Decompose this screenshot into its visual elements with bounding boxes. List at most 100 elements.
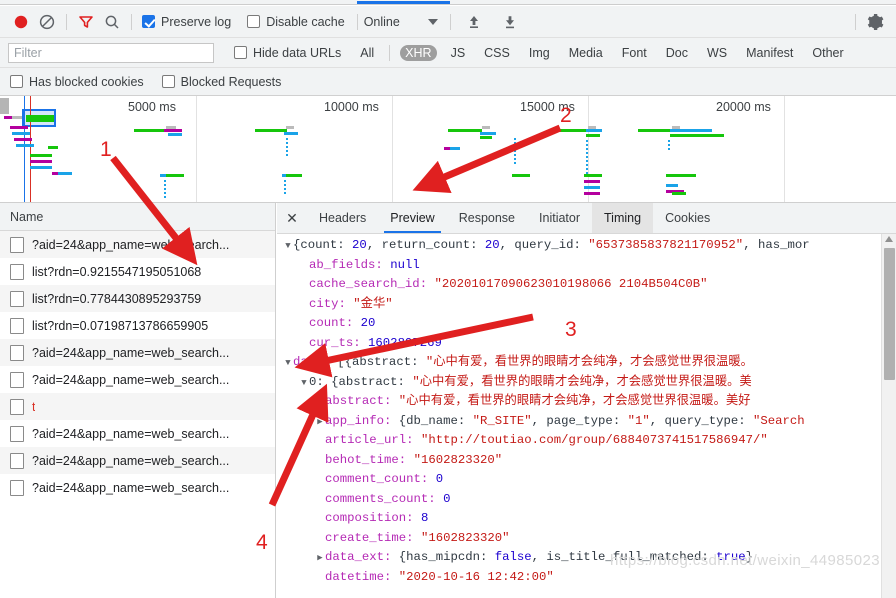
type-filter-media[interactable]: Media — [564, 45, 608, 61]
waterfall-bar — [514, 158, 516, 160]
json-row[interactable]: city: "金华" — [277, 295, 896, 315]
tab-headers[interactable]: Headers — [307, 203, 378, 233]
import-har-up-arrow-icon[interactable] — [461, 9, 487, 35]
network-overview-timeline[interactable]: 5000 ms 10000 ms 15000 ms 20000 ms — [0, 96, 896, 202]
throttling-select[interactable]: Online — [364, 15, 438, 29]
json-row[interactable]: create_time: "1602823320" — [277, 529, 896, 549]
scrollbar-thumb[interactable] — [884, 248, 895, 380]
waterfall-bar — [48, 146, 58, 149]
json-row[interactable]: ▼ {count: 20, return_count: 20, query_id:… — [277, 236, 896, 256]
request-name: ?aid=24&app_name=web_search... — [32, 237, 230, 252]
waterfall-bar — [286, 142, 288, 144]
json-row[interactable]: ab_fields: null — [277, 256, 896, 276]
type-filter-css[interactable]: CSS — [479, 45, 515, 61]
has-blocked-cookies-box[interactable] — [10, 75, 23, 88]
triangle-right-icon[interactable]: ▶ — [315, 413, 325, 432]
request-row[interactable]: t — [0, 393, 275, 420]
type-filter-ws[interactable]: WS — [702, 45, 732, 61]
json-token: count: — [309, 316, 361, 330]
document-icon — [10, 263, 24, 280]
request-row[interactable]: ?aid=24&app_name=web_search... — [0, 447, 275, 474]
type-filter-img[interactable]: Img — [524, 45, 555, 61]
search-magnifier-icon[interactable] — [99, 9, 125, 35]
record-circle-icon[interactable] — [8, 9, 34, 35]
request-row[interactable]: ?aid=24&app_name=web_search... — [0, 366, 275, 393]
waterfall-bar — [584, 180, 600, 183]
json-row[interactable]: cache_search_id: "2020101709062301019806… — [277, 275, 896, 295]
request-row[interactable]: list?rdn=0.9215547195051068 — [0, 258, 275, 285]
export-har-down-arrow-icon[interactable] — [497, 9, 523, 35]
request-name: list?rdn=0.9215547195051068 — [32, 264, 202, 279]
json-row[interactable]: comment_count: 0 — [277, 470, 896, 490]
waterfall-bar — [286, 150, 288, 152]
hide-data-urls-checkbox[interactable]: Hide data URLs — [234, 46, 341, 60]
type-filter-all[interactable]: All — [355, 45, 379, 61]
blocked-requests-box[interactable] — [161, 75, 175, 88]
hide-data-urls-box[interactable] — [234, 46, 247, 59]
json-row[interactable]: composition: 8 — [277, 509, 896, 529]
tab-cookies[interactable]: Cookies — [653, 203, 722, 233]
json-token: "1" — [627, 413, 650, 428]
document-icon — [10, 425, 24, 442]
json-row[interactable]: ▼ 0: {abstract: "心中有爱，看世界的眼睛才会纯净，才会感觉世界很温… — [277, 373, 896, 393]
type-filter-js[interactable]: JS — [446, 45, 471, 61]
request-row[interactable]: ?aid=24&app_name=web_search... — [0, 474, 275, 501]
json-row[interactable]: comments_count: 0 — [277, 490, 896, 510]
disable-cache-checkbox[interactable]: Disable cache — [247, 15, 345, 29]
json-row[interactable]: article_url: "http://toutiao.com/group/6… — [277, 431, 896, 451]
document-icon — [10, 236, 24, 253]
waterfall-bar — [448, 129, 482, 132]
overview-tick-label: 20000 ms — [716, 100, 771, 114]
triangle-down-icon[interactable]: ▼ — [283, 354, 293, 373]
detail-vertical-scrollbar[interactable] — [881, 234, 896, 598]
no-triangle — [315, 530, 325, 549]
triangle-down-icon[interactable]: ▼ — [283, 237, 293, 256]
type-filter-doc[interactable]: Doc — [661, 45, 693, 61]
type-filter-xhr[interactable]: XHR — [400, 44, 437, 61]
json-row[interactable]: behot_time: "1602823320" — [277, 451, 896, 471]
request-row[interactable]: list?rdn=0.07198713786659905 — [0, 312, 275, 339]
waterfall-bar — [4, 116, 12, 119]
scroll-up-arrow-icon[interactable] — [885, 236, 893, 242]
json-token: ab_fields: — [309, 257, 391, 272]
waterfall-bar — [14, 138, 32, 141]
document-icon — [10, 371, 24, 388]
type-filter-other[interactable]: Other — [807, 45, 848, 61]
tab-timing[interactable]: Timing — [592, 203, 654, 233]
request-row[interactable]: list?rdn=0.7784430895293759 — [0, 285, 275, 312]
type-filter-font[interactable]: Font — [617, 45, 652, 61]
request-row[interactable]: ?aid=24&app_name=web_search... — [0, 231, 275, 258]
waterfall-bar — [586, 164, 588, 166]
tab-preview[interactable]: Preview — [378, 203, 446, 233]
filter-input[interactable] — [8, 42, 214, 63]
json-row[interactable]: cur_ts: 1602897269 — [277, 334, 896, 354]
waterfall-bar — [164, 184, 166, 186]
has-blocked-cookies-checkbox[interactable]: Has blocked cookies — [10, 75, 144, 89]
triangle-right-icon[interactable]: ▶ — [315, 549, 325, 568]
request-list-header[interactable]: Name — [0, 203, 275, 231]
request-row[interactable]: ?aid=24&app_name=web_search... — [0, 339, 275, 366]
request-row[interactable]: ?aid=24&app_name=web_search... — [0, 420, 275, 447]
json-row[interactable]: datetime: "2020-10-16 12:42:00" — [277, 568, 896, 588]
json-row[interactable]: count: 20 — [277, 314, 896, 334]
tab-response[interactable]: Response — [447, 203, 527, 233]
gear-icon[interactable] — [862, 9, 888, 35]
preserve-log-checkbox[interactable]: Preserve log — [142, 15, 231, 29]
json-row[interactable]: ▶ app_info: {db_name: "R_SITE", page_type… — [277, 412, 896, 432]
type-filter-manifest[interactable]: Manifest — [741, 45, 798, 61]
json-row[interactable]: ▼ data: [{abstract: "心中有爱，看世界的眼睛才会纯净，才会感觉… — [277, 353, 896, 373]
disable-cache-box[interactable] — [247, 15, 261, 28]
json-row[interactable]: abstract: "心中有爱，看世界的眼睛才会纯净，才会感觉世界很温暖。美好 — [277, 392, 896, 412]
triangle-down-icon[interactable]: ▼ — [299, 374, 309, 393]
close-x-icon[interactable]: ✕ — [277, 203, 307, 233]
tab-initiator[interactable]: Initiator — [527, 203, 592, 233]
waterfall-bar — [666, 184, 678, 187]
blocked-requests-checkbox[interactable]: Blocked Requests — [161, 75, 281, 89]
clear-no-entry-icon[interactable] — [34, 9, 60, 35]
filter-funnel-icon[interactable] — [73, 9, 99, 35]
waterfall-bar — [586, 140, 588, 142]
json-token: 20 — [360, 316, 376, 330]
waterfall-bar — [284, 192, 286, 194]
overview-window-handle[interactable] — [0, 98, 9, 114]
preserve-log-box[interactable] — [142, 15, 155, 28]
